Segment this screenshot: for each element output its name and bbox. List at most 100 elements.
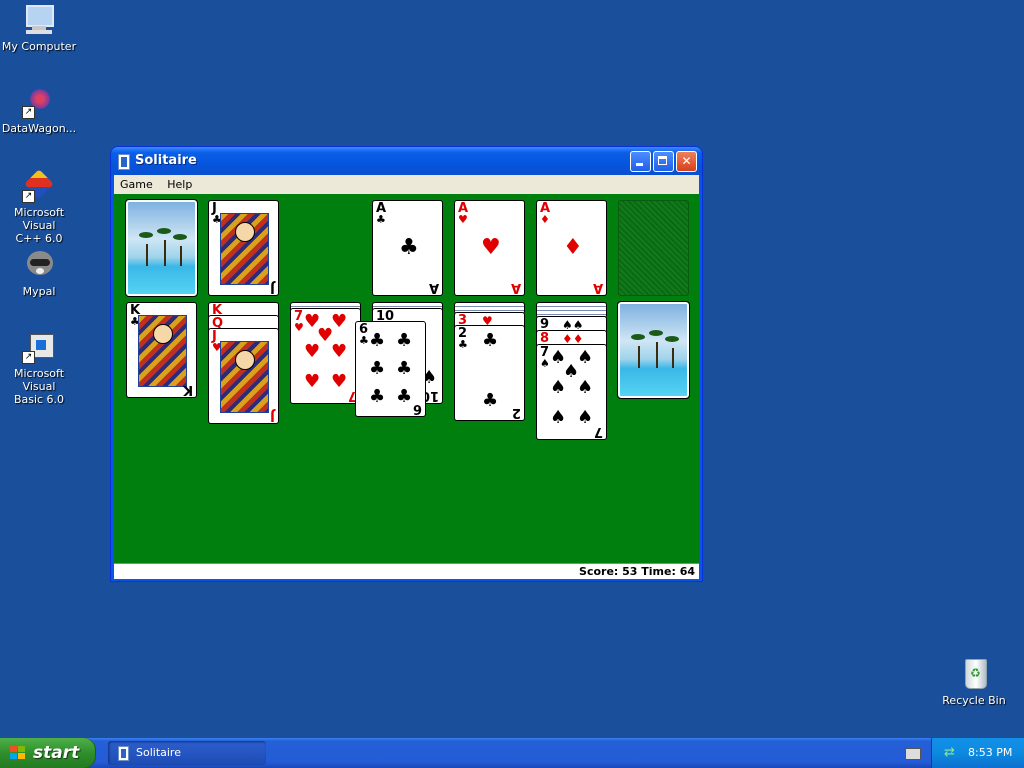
heart-icon: ♥ — [331, 311, 348, 332]
card-rank: 2 — [511, 405, 521, 420]
shortcut-arrow-icon: ↗ — [22, 351, 35, 364]
solitaire-window: Solitaire ✕ Game Help J ♣ J A ♣ ♣ A A ♥ … — [111, 147, 702, 581]
stock-pile[interactable] — [125, 199, 198, 297]
computer-icon — [22, 3, 56, 37]
desktop-icon-datawagon[interactable]: ↗ DataWagon... — [0, 85, 81, 135]
card-rank: J — [270, 280, 275, 295]
heart-icon: ♥ — [304, 341, 321, 362]
club-icon: ♣ — [482, 390, 499, 411]
system-tray: ⇄ 8:53 PM — [931, 738, 1024, 768]
heart-icon: ♥ — [331, 371, 348, 392]
tableau-2-top-card[interactable]: J ♥ J — [208, 328, 279, 424]
mypal-raccoon-icon — [22, 248, 56, 282]
desktop-icon-my-computer[interactable]: My Computer — [0, 3, 81, 53]
club-icon: ♣ — [396, 358, 413, 379]
card-rank: J — [270, 408, 275, 423]
club-icon: ♣ — [482, 330, 499, 351]
club-icon: ♣ — [359, 334, 369, 347]
desktop-icon-recycle-bin[interactable]: ♻ Recycle Bin — [932, 657, 1016, 707]
network-icon[interactable]: ⇄ — [944, 746, 958, 760]
desktop-icon-mypal[interactable]: Mypal — [0, 248, 81, 298]
status-bar: Score: 53 Time: 64 — [114, 563, 699, 579]
desktop-icon-label: DataWagon... — [1, 122, 77, 135]
club-icon: ♣ — [458, 338, 468, 351]
desktop-icon-visual-basic[interactable]: ↗ Microsoft Visual Basic 6.0 — [0, 330, 81, 406]
heart-icon: ♥ — [481, 235, 501, 260]
spade-icon: ♠ — [550, 407, 567, 428]
foundation-diamonds[interactable]: A ♦ ♦ A — [536, 200, 607, 296]
close-icon: ✕ — [681, 154, 692, 168]
tableau-3-top-card[interactable]: 7 ♥ ♥ ♥ ♥ ♥ ♥ ♥ ♥ 7 — [290, 308, 361, 404]
solitaire-app-icon — [118, 746, 129, 761]
heart-icon: ♥ — [304, 371, 321, 392]
taskbar: start Solitaire ⇄ 8:53 PM — [0, 738, 1024, 768]
clock[interactable]: 8:53 PM — [968, 746, 1012, 759]
start-button[interactable]: start — [0, 738, 96, 768]
tableau-5-top-card[interactable]: 2 ♣ ♣ ♣ 2 — [454, 325, 525, 421]
heart-icon: ♥ — [331, 341, 348, 362]
menu-help[interactable]: Help — [161, 175, 197, 191]
desktop-icon-label: My Computer — [1, 40, 77, 53]
waste-card[interactable]: J ♣ J — [208, 200, 279, 296]
game-table: J ♣ J A ♣ ♣ A A ♥ ♥ A A ♦ ♦ A K ♣ K K Q … — [114, 194, 699, 563]
desktop-icon-label: Microsoft Visual C++ 6.0 — [13, 206, 65, 245]
shortcut-arrow-icon: ↗ — [22, 106, 35, 119]
score-time-readout: Score: 53 Time: 64 — [579, 565, 695, 578]
datawagon-icon: ↗ — [22, 85, 56, 119]
jack-face-art — [220, 213, 269, 285]
club-icon: ♣ — [369, 358, 386, 379]
foundation-hearts[interactable]: A ♥ ♥ A — [454, 200, 525, 296]
card-rank: A — [428, 280, 439, 295]
card-rank: A — [510, 280, 521, 295]
desktop-icon-label: Recycle Bin — [942, 694, 1006, 707]
club-icon: ♣ — [369, 386, 386, 407]
foundation-empty-slot[interactable] — [618, 200, 689, 296]
shortcut-arrow-icon: ↗ — [22, 190, 35, 203]
tableau-7-facedown-card[interactable] — [617, 301, 690, 399]
club-icon: ♣ — [376, 213, 386, 226]
spade-icon: ♠ — [577, 377, 594, 398]
diamond-icon: ♦ — [540, 213, 550, 226]
spade-icon: ♠ — [540, 357, 550, 370]
keyboard-layout-icon[interactable] — [905, 748, 921, 760]
club-icon: ♣ — [396, 386, 413, 407]
desktop-icon-label: Mypal — [22, 285, 56, 298]
menu-bar: Game Help — [114, 175, 699, 194]
start-label: start — [33, 743, 80, 763]
club-icon: ♣ — [399, 235, 419, 260]
maximize-icon — [658, 156, 667, 165]
minimize-button[interactable] — [630, 151, 651, 172]
windows-logo-icon — [10, 746, 26, 760]
club-icon: ♣ — [369, 330, 386, 351]
window-title: Solitaire — [135, 153, 197, 168]
minimize-icon — [636, 163, 643, 166]
recycle-bin-icon: ♻ — [957, 657, 991, 691]
desktop-icon-visual-cpp[interactable]: ↗ Microsoft Visual C++ 6.0 — [0, 169, 81, 245]
tableau-4-top-card[interactable]: 6 ♣ ♣ ♣ ♣ ♣ ♣ ♣ 6 — [355, 321, 426, 417]
desktop-icon-label: Microsoft Visual Basic 6.0 — [13, 367, 65, 406]
king-face-art — [138, 315, 187, 387]
menu-game[interactable]: Game — [114, 175, 158, 191]
spade-icon: ♠ — [550, 377, 567, 398]
visual-basic-icon: ↗ — [22, 330, 56, 364]
spade-icon: ♠ — [577, 347, 594, 368]
jack-face-art — [220, 341, 269, 413]
tableau-6-top-card[interactable]: 7 ♠ ♠ ♠ ♠ ♠ ♠ ♠ ♠ 7 — [536, 344, 607, 440]
visual-cpp-icon: ↗ — [22, 169, 56, 203]
tableau-1-top-card[interactable]: K ♣ K — [126, 302, 197, 398]
solitaire-app-icon — [118, 154, 130, 170]
heart-icon: ♥ — [294, 321, 304, 334]
window-titlebar[interactable]: Solitaire ✕ — [111, 147, 702, 175]
card-rank: K — [182, 382, 193, 397]
card-rank: 7 — [593, 424, 603, 439]
taskbar-item-label: Solitaire — [136, 746, 181, 759]
spade-icon: ♠ — [577, 407, 594, 428]
card-rank: A — [592, 280, 603, 295]
card-rank: 6 — [412, 401, 422, 416]
taskbar-item-solitaire[interactable]: Solitaire — [108, 741, 266, 765]
club-icon: ♣ — [396, 330, 413, 351]
maximize-button[interactable] — [653, 151, 674, 172]
close-button[interactable]: ✕ — [676, 151, 697, 172]
foundation-clubs[interactable]: A ♣ ♣ A — [372, 200, 443, 296]
diamond-icon: ♦ — [563, 235, 583, 260]
